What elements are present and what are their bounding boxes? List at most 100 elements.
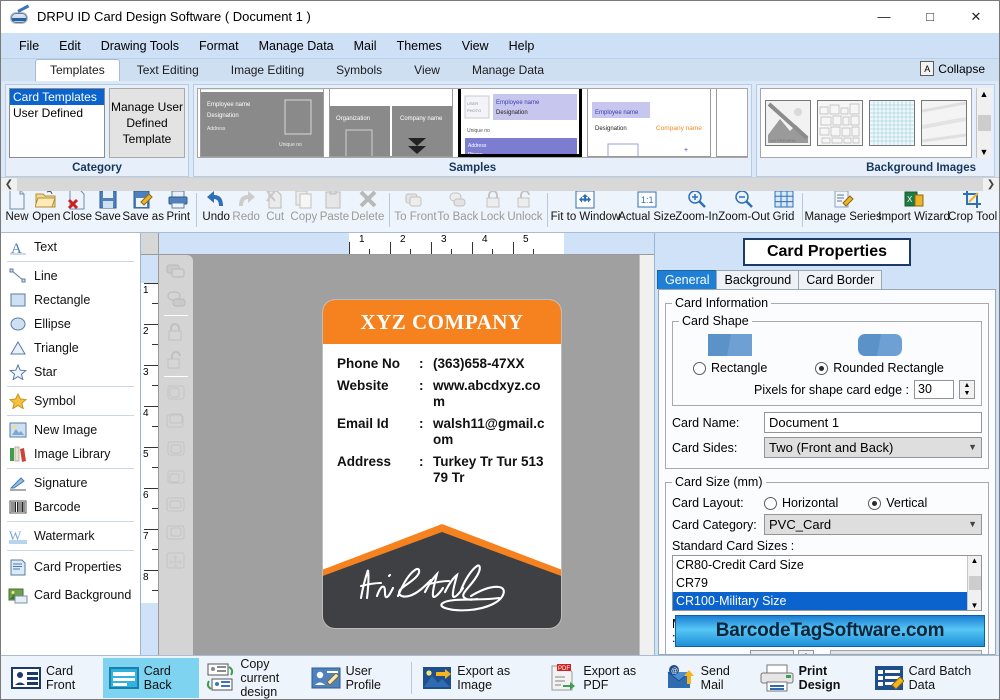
tab-templates[interactable]: Templates (35, 59, 120, 81)
scrollbar-thumb[interactable] (977, 115, 991, 131)
scroll-up-icon[interactable]: ▲ (980, 89, 989, 99)
sample-thumbnail-selected[interactable]: USER PHOTO Employee name Designation Uni… (458, 89, 582, 157)
samples-gallery[interactable]: Employee name Designation Address Phone … (197, 88, 748, 158)
card-sides-select[interactable]: Two (Front and Back) ▼ (764, 437, 982, 458)
card-preview-wrapper[interactable]: XYZ COMPANY Phone No : (363)658-47XX Web… (323, 300, 561, 628)
card-field-row[interactable]: Phone No : (363)658-47XX (337, 356, 549, 372)
tool-new-image[interactable]: New Image (1, 418, 140, 442)
category-item-card-templates[interactable]: Card Templates (10, 89, 104, 105)
toolbar-import-wizard-button[interactable]: X Import Wizard (878, 188, 950, 232)
spin-down-icon[interactable]: ▼ (960, 390, 974, 399)
background-images-gallery[interactable]: NO PREVIEW (760, 88, 972, 158)
spin-up-icon[interactable]: ▲ (960, 381, 974, 390)
card-header[interactable]: XYZ COMPANY (323, 300, 561, 344)
scroll-down-icon[interactable]: ▼ (980, 147, 989, 157)
tool-barcode[interactable]: Barcode (1, 495, 140, 519)
toolbar-actual-size-button[interactable]: 1:1 Actual Size (618, 188, 676, 232)
toolbar-redo-button[interactable]: Redo (231, 188, 261, 232)
bottom-print-design-button[interactable]: Print Design (754, 658, 868, 698)
rounded-rectangle-radio[interactable] (815, 361, 829, 375)
align-top-icon[interactable] (163, 465, 189, 489)
menu-item-mail[interactable]: Mail (344, 36, 387, 56)
center-icon[interactable] (163, 549, 189, 573)
card-footer[interactable] (323, 518, 561, 628)
close-button[interactable]: ✕ (953, 1, 999, 33)
toolbar-manage-series-button[interactable]: Manage Series (804, 188, 882, 232)
id-card[interactable]: XYZ COMPANY Phone No : (363)658-47XX Web… (323, 300, 561, 628)
tab-general[interactable]: General (657, 270, 718, 289)
align-center-icon[interactable] (163, 409, 189, 433)
maximize-button[interactable]: □ (907, 1, 953, 33)
scroll-up-icon[interactable]: ▲ (971, 556, 979, 565)
toolbar-crop-tool-button[interactable]: Crop Tool (948, 188, 997, 232)
toolbar-to-back-button[interactable]: To Back (437, 188, 479, 232)
toolbar-copy-button[interactable]: Copy (289, 188, 318, 232)
pixels-input[interactable]: 30 (914, 380, 954, 399)
toolbar-print-button[interactable]: Print (164, 188, 192, 232)
standard-size-item-cr80[interactable]: CR80-Credit Card Size (673, 556, 967, 574)
width-input[interactable]: 54.10 (750, 650, 794, 654)
background-thumbnail-no-preview[interactable]: NO PREVIEW (765, 100, 811, 146)
card-name-input[interactable]: Document 1 (764, 412, 982, 433)
card-shape-rounded-rectangle-option[interactable]: Rounded Rectangle (815, 334, 944, 375)
toolbar-zoom-in-button[interactable]: Zoom-In (675, 188, 718, 232)
menu-item-format[interactable]: Format (189, 36, 249, 56)
standard-sizes-scrollbar[interactable]: ▲ ▼ (967, 556, 981, 610)
align-middle-icon[interactable] (163, 493, 189, 517)
tool-line[interactable]: Line (1, 264, 140, 288)
bottom-export-as-image-button[interactable]: Export as Image (416, 658, 542, 698)
menu-item-drawing-tools[interactable]: Drawing Tools (91, 36, 189, 56)
scrollbar-track[interactable] (17, 178, 983, 191)
vertical-radio[interactable] (868, 496, 882, 510)
get-size-from-printer-button[interactable]: Get size from Printer (830, 650, 982, 654)
card-category-select[interactable]: PVC_Card ▼ (764, 514, 982, 535)
tab-card-border[interactable]: Card Border (798, 270, 883, 289)
menu-item-manage-data[interactable]: Manage Data (249, 36, 344, 56)
bottom-export-as-pdf-button[interactable]: PDF Export as PDF (542, 658, 659, 698)
toolbar-fit-to-window-button[interactable]: Fit to Window (551, 188, 620, 232)
tab-manage-data[interactable]: Manage Data (457, 59, 559, 81)
scroll-right-icon[interactable]: ❯ (983, 179, 999, 190)
bottom-card-front-button[interactable]: Card Front (5, 658, 103, 698)
background-thumbnail-grid[interactable] (869, 100, 915, 146)
menu-item-edit[interactable]: Edit (49, 36, 91, 56)
menu-item-help[interactable]: Help (499, 36, 545, 56)
toolbar-save-as-button[interactable]: Save as (122, 188, 164, 232)
tab-image-editing[interactable]: Image Editing (216, 59, 319, 81)
tool-card-background[interactable]: Card Background (1, 581, 140, 609)
toolbar-open-button[interactable]: Open (31, 188, 62, 232)
align-left-icon[interactable] (163, 381, 189, 405)
toolbar-cut-button[interactable]: Cut (261, 188, 289, 232)
tool-rectangle[interactable]: Rectangle (1, 288, 140, 312)
tool-watermark[interactable]: W Watermark (1, 524, 140, 548)
card-layout-vertical-option[interactable]: Vertical (868, 496, 927, 510)
menu-item-file[interactable]: File (9, 36, 49, 56)
menu-item-view[interactable]: View (452, 36, 499, 56)
toolbar-delete-button[interactable]: Delete (350, 188, 385, 232)
tool-star[interactable]: Star (1, 360, 140, 384)
bottom-copy-current-design-button[interactable]: Copy current design (199, 657, 304, 699)
collapse-ribbon-button[interactable]: A Collapse (920, 61, 985, 76)
canvas-vertical-scrollbar[interactable] (639, 255, 654, 655)
spin-up-icon[interactable]: ▲ (799, 651, 813, 654)
category-item-user-defined[interactable]: User Defined (10, 105, 104, 121)
sample-thumbnail[interactable]: Organization Company name (329, 89, 453, 157)
toolbar-save-button[interactable]: Save (93, 188, 122, 232)
toolbar-paste-button[interactable]: Paste (319, 188, 351, 232)
card-field-row[interactable]: Website : www.abcdxyz.com (337, 378, 549, 410)
standard-size-item-cr100[interactable]: CR100-Military Size (673, 592, 967, 610)
scrollbar-thumb[interactable] (968, 576, 981, 590)
tool-triangle[interactable]: Triangle (1, 336, 140, 360)
pixels-spinner[interactable]: ▲ ▼ (959, 380, 975, 399)
tool-card-properties[interactable]: Card Properties (1, 553, 140, 581)
toolbar-zoom-out-button[interactable]: Zoom-Out (718, 188, 770, 232)
toolbar-lock-button[interactable]: Lock (479, 188, 507, 232)
standard-card-sizes-list[interactable]: CR80-Credit Card Size CR79 CR100-Militar… (672, 555, 982, 611)
scroll-down-icon[interactable]: ▼ (971, 601, 979, 610)
bottom-card-back-button[interactable]: Card Back (102, 657, 200, 698)
horizontal-radio[interactable] (764, 496, 777, 510)
bottom-user-profile-button[interactable]: User Profile (305, 658, 408, 698)
send-to-back-icon[interactable] (163, 287, 189, 311)
tab-background[interactable]: Background (716, 270, 800, 289)
standard-size-item-cr79[interactable]: CR79 (673, 574, 967, 592)
